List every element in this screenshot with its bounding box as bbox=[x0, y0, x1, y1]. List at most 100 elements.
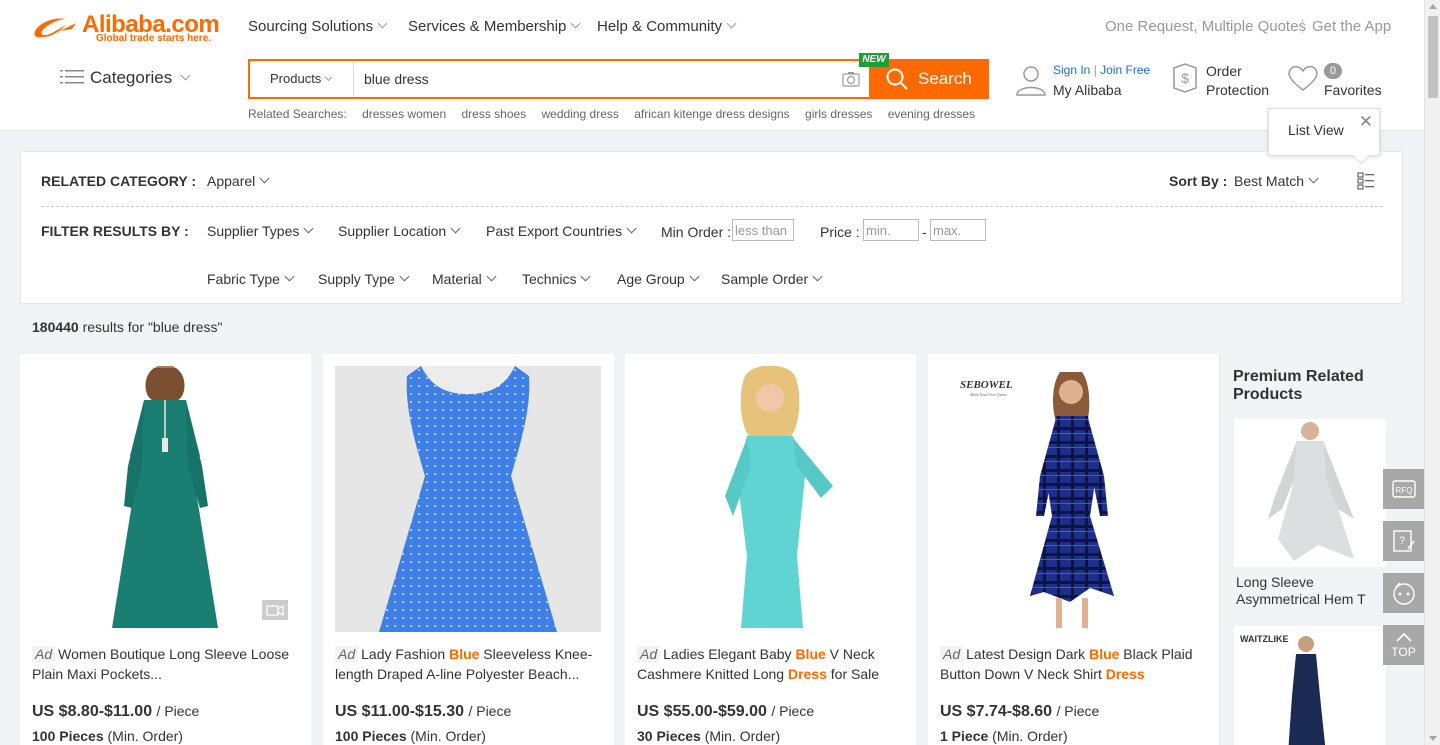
premium-product-image[interactable] bbox=[1234, 419, 1386, 567]
product-moq-value: 1 Piece bbox=[940, 728, 989, 744]
my-alibaba-link[interactable]: My Alibaba bbox=[1053, 82, 1150, 98]
search-input[interactable] bbox=[364, 67, 824, 91]
svg-text:$: $ bbox=[1181, 70, 1189, 86]
filter-supplier-location[interactable]: Supplier Location bbox=[338, 223, 461, 239]
nav-services-label: Services & Membership bbox=[408, 18, 567, 35]
filter-fabric-type[interactable]: Fabric Type bbox=[207, 271, 295, 287]
product-title-text: Lady Fashion bbox=[361, 646, 450, 662]
related-search-link[interactable]: evening dresses bbox=[888, 107, 975, 121]
min-order-input[interactable] bbox=[732, 219, 794, 241]
product-title-text: Latest Design Dark bbox=[966, 646, 1090, 662]
price-dash: - bbox=[922, 224, 927, 240]
filter-label: Supply Type bbox=[318, 271, 395, 287]
page-scrollbar[interactable] bbox=[1424, 0, 1440, 745]
chevron-down-icon bbox=[726, 18, 737, 29]
related-search-link[interactable]: girls dresses bbox=[805, 107, 872, 121]
categories-menu[interactable]: Categories bbox=[60, 68, 191, 88]
product-card[interactable]: Ad Ladies Elegant Baby Blue V Neck Cashme… bbox=[625, 354, 916, 745]
alibaba-logo[interactable]: Alibaba.com Global trade starts here. bbox=[32, 11, 222, 47]
product-price-unit: / Piece bbox=[1056, 703, 1100, 719]
chat-float-button[interactable] bbox=[1383, 573, 1424, 613]
user-icon[interactable] bbox=[1015, 64, 1047, 96]
filter-material[interactable]: Material bbox=[432, 271, 497, 287]
nav-services-membership[interactable]: Services & Membership bbox=[408, 18, 581, 35]
product-image[interactable] bbox=[335, 366, 601, 632]
heart-icon[interactable] bbox=[1286, 63, 1320, 93]
camera-icon[interactable] bbox=[842, 71, 860, 87]
related-category-label: RELATED CATEGORY : bbox=[41, 173, 197, 189]
price-min-input[interactable] bbox=[863, 219, 919, 241]
product-price: US $55.00-$59.00 / Piece bbox=[637, 703, 814, 721]
search-box: Products bbox=[248, 59, 869, 99]
filter-label: Sample Order bbox=[721, 271, 809, 287]
product-price: US $7.74-$8.60 / Piece bbox=[940, 703, 1099, 721]
scrollbar-thumb[interactable] bbox=[1428, 16, 1438, 98]
product-min-order: 100 Pieces (Min. Order) bbox=[32, 728, 183, 744]
related-category-dropdown[interactable]: Apparel bbox=[207, 173, 270, 189]
dress-image: WAITZLIKE bbox=[1234, 626, 1386, 745]
back-to-top-label: TOP bbox=[1391, 645, 1416, 659]
filter-label: Supplier Location bbox=[338, 223, 447, 239]
filter-sample-order[interactable]: Sample Order bbox=[721, 271, 823, 287]
product-moq-suffix: (Min. Order) bbox=[992, 728, 1068, 744]
product-title[interactable]: Ad Women Boutique Long Sleeve Loose Plain… bbox=[32, 644, 298, 684]
product-title-text: for Sale bbox=[826, 666, 880, 682]
product-image[interactable]: SEBOWEL Make Your Own Queen bbox=[940, 366, 1206, 632]
related-search-link[interactable]: wedding dress bbox=[542, 107, 619, 121]
filter-past-export-countries[interactable]: Past Export Countries bbox=[486, 223, 637, 239]
chevron-down-icon bbox=[180, 70, 191, 81]
filter-age-group[interactable]: Age Group bbox=[617, 271, 700, 287]
highlight-keyword: Dress bbox=[1105, 666, 1145, 682]
sort-by-dropdown[interactable]: Best Match bbox=[1234, 173, 1319, 189]
chevron-down-icon bbox=[377, 18, 388, 29]
chevron-down-icon bbox=[259, 173, 270, 184]
related-search-link[interactable]: dresses women bbox=[362, 107, 446, 121]
product-title[interactable]: Ad Lady Fashion Blue Sleeveless Knee-leng… bbox=[335, 644, 601, 684]
nav-sourcing-solutions[interactable]: Sourcing Solutions bbox=[248, 18, 388, 35]
product-card[interactable]: Ad Women Boutique Long Sleeve Loose Plain… bbox=[20, 354, 311, 745]
related-search-link[interactable]: african kitenge dress designs bbox=[634, 107, 789, 121]
join-free-link[interactable]: Join Free bbox=[1100, 63, 1150, 77]
premium-product-image[interactable]: WAITZLIKE bbox=[1234, 626, 1386, 745]
shield-dollar-icon[interactable]: $ bbox=[1170, 62, 1200, 94]
filter-supply-type[interactable]: Supply Type bbox=[318, 271, 410, 287]
nav-help-community[interactable]: Help & Community bbox=[597, 18, 737, 35]
nav-help-label: Help & Community bbox=[597, 18, 723, 35]
one-request-link[interactable]: One Request, Multiple Quotes bbox=[1105, 18, 1306, 35]
back-to-top-button[interactable]: TOP bbox=[1383, 625, 1424, 665]
filter-technics[interactable]: Technics bbox=[522, 271, 591, 287]
rfq-float-button[interactable]: RFQ bbox=[1383, 469, 1424, 509]
filter-label: Age Group bbox=[617, 271, 685, 287]
product-title[interactable]: Ad Ladies Elegant Baby Blue V Neck Cashme… bbox=[637, 644, 903, 684]
chevron-down-icon bbox=[450, 223, 461, 234]
sort-by-label: Sort By : bbox=[1169, 173, 1228, 189]
chat-bot-icon bbox=[1393, 582, 1415, 605]
scroll-down-arrow-icon[interactable] bbox=[1429, 736, 1437, 741]
sign-in-link[interactable]: Sign In bbox=[1053, 63, 1090, 77]
filter-by-label: FILTER RESULTS BY : bbox=[41, 223, 189, 239]
edit-question-icon: ? bbox=[1393, 530, 1415, 552]
price-max-input[interactable] bbox=[930, 219, 986, 241]
filter-supplier-types[interactable]: Supplier Types bbox=[207, 223, 314, 239]
product-card[interactable]: Ad Lady Fashion Blue Sleeveless Knee-leng… bbox=[323, 354, 614, 745]
scroll-up-arrow-icon[interactable] bbox=[1429, 4, 1437, 9]
product-moq-value: 100 Pieces bbox=[335, 728, 407, 744]
premium-product-title[interactable]: Long Sleeve Asymmetrical Hem T bbox=[1236, 574, 1396, 608]
chevron-down-icon bbox=[626, 223, 637, 234]
video-icon[interactable] bbox=[262, 600, 288, 620]
search-type-select[interactable]: Products bbox=[250, 61, 354, 97]
close-icon[interactable]: ✕ bbox=[1359, 112, 1373, 132]
product-image[interactable] bbox=[32, 366, 298, 632]
list-view-icon[interactable] bbox=[1357, 172, 1375, 190]
divider bbox=[1302, 19, 1303, 33]
product-image[interactable] bbox=[637, 366, 903, 632]
feedback-float-button[interactable]: ? bbox=[1383, 521, 1424, 561]
favorites-link[interactable]: Favorites bbox=[1324, 81, 1382, 100]
chevron-down-icon bbox=[1308, 173, 1319, 184]
product-card[interactable]: SEBOWEL Make Your Own Queen Ad Latest Des… bbox=[928, 354, 1219, 745]
product-title[interactable]: Ad Latest Design Dark Blue Black Plaid Bu… bbox=[940, 644, 1206, 684]
related-search-link[interactable]: dress shoes bbox=[461, 107, 526, 121]
order-protection-link[interactable]: Order Protection bbox=[1206, 62, 1269, 100]
get-app-link[interactable]: Get the App bbox=[1312, 18, 1391, 35]
dress-image bbox=[335, 366, 601, 632]
